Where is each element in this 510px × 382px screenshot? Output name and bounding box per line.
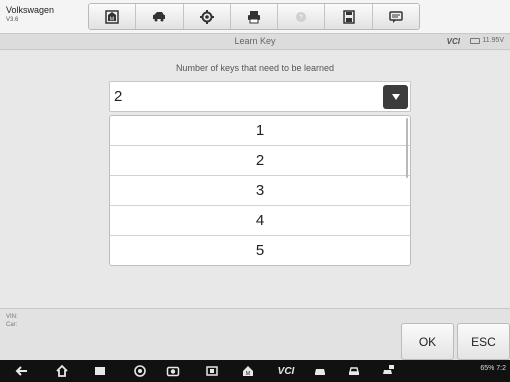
car-icon (349, 367, 359, 375)
print-icon (247, 10, 260, 23)
main-content: Number of keys that need to be learned 2… (0, 51, 510, 308)
vehicle-brand: Volkswagen V3.6 (6, 5, 54, 25)
vci-nav-button[interactable]: VCI (274, 363, 298, 379)
scrollbar[interactable] (406, 118, 408, 178)
vehicle-data-button[interactable] (312, 363, 328, 379)
back-button[interactable] (14, 363, 30, 379)
battery-icon (470, 37, 481, 44)
ok-button[interactable]: OK (401, 323, 454, 360)
camera-button[interactable] (165, 363, 181, 379)
chevron-down-icon (391, 94, 400, 100)
key-count-select[interactable]: 2 (109, 81, 411, 112)
maxisys-home-button[interactable]: M (240, 363, 256, 379)
vin-label: VIN: (6, 314, 18, 320)
help-icon: ? (296, 11, 307, 22)
data-logging-icon (389, 10, 403, 23)
system-nav-bar: M VCI 65% 7:2 (0, 360, 510, 382)
vehicle-swap-icon (153, 11, 166, 21)
car-label: Car: (6, 322, 18, 328)
vehicle-connect-icon (383, 365, 394, 374)
maxisys-home-icon: M (243, 366, 253, 377)
home-button[interactable]: M (89, 4, 137, 29)
brand-name: Volkswagen (6, 5, 55, 15)
recent-apps-icon (95, 367, 105, 375)
settings-button[interactable] (183, 4, 231, 29)
help-button[interactable]: ? (278, 4, 326, 29)
status-text: 65% 7:2 (480, 365, 506, 372)
data-logging-button[interactable] (372, 4, 419, 29)
list-item[interactable]: 2 (110, 146, 410, 176)
dropdown-arrow-button[interactable] (383, 85, 408, 109)
footer-bar: VIN: Car: OK ESC (0, 308, 510, 360)
vehicle-data-icon (315, 369, 325, 375)
key-count-prompt: Number of keys that need to be learned (175, 63, 335, 73)
display-icon (206, 366, 218, 376)
display-button[interactable] (204, 363, 220, 379)
software-version: V3.6 (6, 17, 19, 23)
list-item[interactable]: 3 (110, 176, 410, 206)
svg-text:?: ? (299, 14, 303, 21)
dropdown-list: 1 2 3 4 5 (109, 115, 411, 266)
save-icon (342, 9, 355, 24)
vehicle-connect-button[interactable] (380, 363, 396, 379)
voltage-value: 11.95V (482, 37, 504, 44)
esc-button[interactable]: ESC (457, 323, 510, 360)
toolbar: M ? (88, 3, 420, 30)
recent-apps-button[interactable] (92, 363, 108, 379)
house-icon (56, 364, 68, 377)
browser-button[interactable] (132, 363, 148, 379)
browser-icon (134, 365, 146, 377)
status-tray: 65% 7:2 (480, 365, 506, 372)
battery-voltage: 11.95V (470, 37, 504, 44)
page-title: Learn Key (234, 36, 276, 46)
vehicle-info: VIN: Car: (6, 313, 18, 329)
svg-text:M: M (110, 16, 114, 22)
save-button[interactable] (325, 4, 373, 29)
svg-text:M: M (246, 371, 250, 377)
vehicle-swap-button[interactable] (136, 4, 184, 29)
vci-status: VCI (446, 37, 460, 46)
list-item[interactable]: 1 (110, 116, 410, 146)
back-icon (15, 366, 27, 376)
vehicle-button[interactable] (346, 363, 362, 379)
selected-value: 2 (114, 88, 123, 105)
top-bar: Volkswagen V3.6 M ? (0, 0, 510, 34)
title-bar: Learn Key VCI 11.95V (0, 34, 510, 50)
settings-icon (199, 9, 214, 24)
print-button[interactable] (230, 4, 279, 29)
list-item[interactable]: 5 (110, 236, 410, 265)
list-item[interactable]: 4 (110, 206, 410, 236)
home-nav-button[interactable] (54, 363, 70, 379)
home-icon: M (105, 9, 119, 24)
camera-icon (166, 366, 180, 377)
